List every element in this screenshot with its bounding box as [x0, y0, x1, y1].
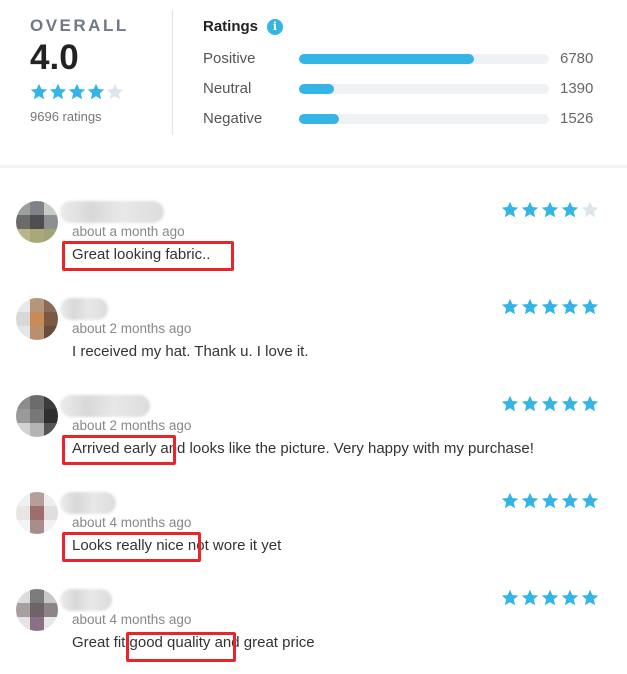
star-filled-icon [501, 492, 519, 509]
reviewer-name-blurred [60, 492, 116, 514]
avatar [16, 201, 58, 243]
review-item: about 2 months ago I received my hat. Th… [0, 298, 627, 395]
ratings-header: Ratings i [203, 18, 284, 35]
review-star-rating [501, 492, 601, 510]
rating-label: Positive [203, 50, 256, 67]
star-filled-icon [541, 589, 559, 606]
star-filled-icon [87, 83, 105, 100]
info-icon[interactable]: i [267, 18, 284, 35]
avatar [16, 589, 58, 631]
review-text: I received my hat. Thank u. I love it. [72, 343, 309, 360]
rating-count: 1390 [560, 80, 594, 97]
reviewer-name-blurred [60, 201, 164, 223]
review-item: about a month ago Great looking fabric.. [0, 201, 627, 298]
star-filled-icon [521, 395, 539, 412]
star-filled-icon [581, 298, 599, 315]
overall-star-rating [30, 83, 125, 101]
star-filled-icon [541, 298, 559, 315]
review-time: about a month ago [72, 224, 185, 239]
review-time: about 2 months ago [72, 321, 192, 336]
star-filled-icon [581, 395, 599, 412]
star-filled-icon [581, 492, 599, 509]
rating-bar-track [299, 84, 549, 94]
rating-row-negative: Negative 1526 [203, 109, 603, 129]
star-filled-icon [501, 298, 519, 315]
highlight-box [62, 241, 234, 271]
review-time: about 4 months ago [72, 612, 192, 627]
highlight-box [62, 435, 176, 465]
ratings-summary: OVERALL 4.0 9696 ratings Ratings i Posit… [0, 0, 627, 168]
star-filled-icon [561, 395, 579, 412]
review-time: about 2 months ago [72, 418, 192, 433]
star-filled-icon [521, 492, 539, 509]
star-filled-icon [68, 83, 86, 100]
star-filled-icon [581, 589, 599, 606]
star-filled-icon [561, 201, 579, 218]
rating-row-positive: Positive 6780 [203, 49, 603, 69]
rating-count: 6780 [560, 50, 594, 67]
star-filled-icon [521, 298, 539, 315]
star-filled-icon [541, 395, 559, 412]
review-time: about 4 months ago [72, 515, 192, 530]
star-filled-icon [541, 492, 559, 509]
highlight-box [62, 532, 201, 562]
review-star-rating [501, 395, 601, 413]
review-item: about 2 months ago Arrived early and loo… [0, 395, 627, 492]
review-item: about 4 months ago Looks really nice not… [0, 492, 627, 589]
overall-rating: OVERALL 4.0 9696 ratings [30, 16, 129, 124]
rating-count: 1526 [560, 110, 594, 127]
star-filled-icon [501, 589, 519, 606]
star-filled-icon [521, 589, 539, 606]
star-filled-icon [561, 298, 579, 315]
rating-bar-track [299, 114, 549, 124]
review-item: about 4 months ago Great fit,good qualit… [0, 589, 627, 674]
rating-bar-fill [299, 114, 339, 124]
avatar [16, 395, 58, 437]
avatar [16, 298, 58, 340]
star-empty-icon [106, 83, 124, 100]
ratings-count: 9696 ratings [30, 109, 102, 124]
star-filled-icon [49, 83, 67, 100]
rating-bar-track [299, 54, 549, 64]
review-star-rating [501, 298, 601, 316]
reviewer-name-blurred [60, 589, 112, 611]
overall-label: OVERALL [30, 16, 129, 35]
reviewer-name-blurred [60, 298, 108, 320]
rating-row-neutral: Neutral 1390 [203, 79, 603, 99]
rating-bar-fill [299, 54, 474, 64]
avatar [16, 492, 58, 534]
rating-label: Negative [203, 110, 263, 127]
ratings-title: Ratings [203, 18, 259, 35]
star-filled-icon [501, 395, 519, 412]
star-filled-icon [30, 83, 48, 100]
star-filled-icon [561, 492, 579, 509]
review-star-rating [501, 201, 601, 219]
star-filled-icon [521, 201, 539, 218]
star-filled-icon [561, 589, 579, 606]
reviewer-name-blurred [60, 395, 150, 417]
review-star-rating [501, 589, 601, 607]
rating-label: Neutral [203, 80, 252, 97]
star-filled-icon [541, 201, 559, 218]
star-empty-icon [581, 201, 599, 218]
star-filled-icon [501, 201, 519, 218]
highlight-box [126, 632, 236, 662]
rating-bar-fill [299, 84, 334, 94]
summary-divider [172, 10, 173, 135]
overall-score: 4.0 [30, 38, 79, 77]
